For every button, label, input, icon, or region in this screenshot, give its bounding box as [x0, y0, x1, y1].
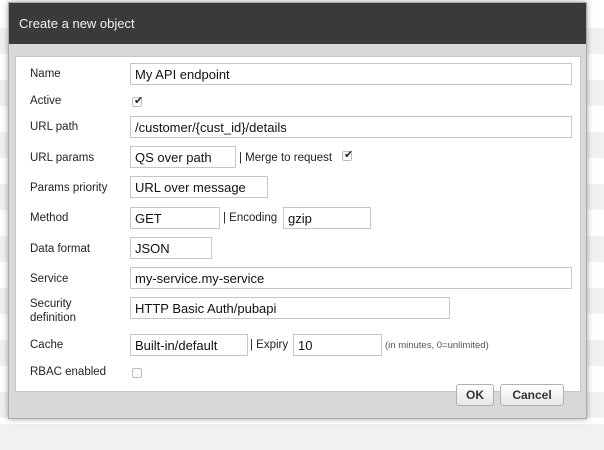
url-params-label: URL params	[30, 152, 95, 164]
data-format-select[interactable]: JSON	[130, 237, 212, 259]
params-priority-label: Params priority	[30, 182, 108, 194]
check-icon: ✔	[134, 95, 144, 107]
expiry-label: | Expiry	[250, 339, 289, 351]
ok-button[interactable]: OK	[456, 384, 494, 406]
url-params-select[interactable]: QS over path	[130, 146, 236, 168]
background-row	[0, 424, 604, 450]
cache-select[interactable]: Built-in/default	[130, 334, 248, 356]
dialog-title: Create a new object	[19, 16, 135, 31]
method-select[interactable]: GET	[130, 207, 220, 229]
cache-label: Cache	[30, 339, 64, 351]
expiry-hint: (in minutes, 0=unlimited)	[385, 340, 489, 351]
data-format-label: Data format	[30, 243, 91, 255]
rbac-enabled-checkbox[interactable]	[132, 368, 142, 378]
active-label: Active	[30, 95, 62, 107]
security-definition-label-line1: Security	[30, 298, 72, 310]
rbac-enabled-label: RBAC enabled	[30, 366, 107, 378]
security-definition-label-line2: definition	[30, 312, 77, 324]
method-label: Method	[30, 212, 69, 224]
service-label: Service	[30, 273, 69, 285]
merge-to-request-checkbox[interactable]: ✔	[342, 149, 354, 161]
url-path-label: URL path	[30, 121, 79, 133]
create-object-dialog: Create a new object Name My API endpoint…	[8, 2, 587, 419]
encoding-input[interactable]: gzip	[283, 207, 371, 229]
url-path-input[interactable]: /customer/{cust_id}/details	[130, 116, 572, 138]
name-input[interactable]: My API endpoint	[130, 63, 572, 85]
dialog-titlebar[interactable]: Create a new object	[9, 3, 586, 44]
name-label: Name	[30, 68, 61, 80]
merge-to-request-label: | Merge to request	[239, 152, 333, 164]
active-checkbox[interactable]: ✔	[132, 95, 144, 107]
encoding-label: | Encoding	[223, 212, 278, 224]
params-priority-select[interactable]: URL over message	[130, 176, 268, 198]
service-select[interactable]: my-service.my-service	[130, 267, 572, 289]
cancel-button[interactable]: Cancel	[500, 384, 564, 406]
expiry-input[interactable]: 10	[293, 334, 382, 356]
form-panel: Name My API endpoint Active ✔ URL path /…	[15, 56, 581, 392]
security-definition-select[interactable]: HTTP Basic Auth/pubapi	[130, 297, 450, 319]
check-icon: ✔	[344, 149, 354, 161]
